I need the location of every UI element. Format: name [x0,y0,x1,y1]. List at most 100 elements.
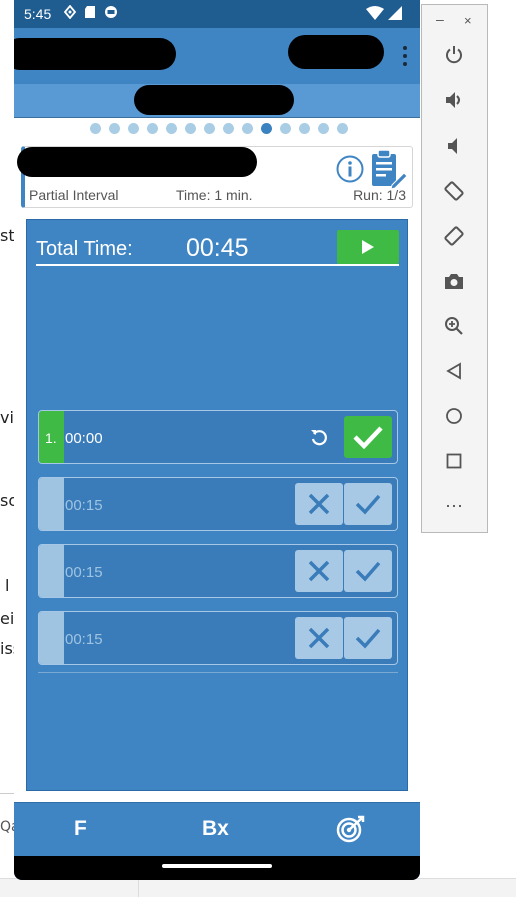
redacted-text [288,35,384,69]
page-dot[interactable] [223,123,234,134]
page-dot[interactable] [185,123,196,134]
wifi-icon [366,6,384,20]
background-text: st [0,226,15,245]
rotate-right-button[interactable] [439,221,469,251]
overflow-menu-icon[interactable] [402,46,408,66]
home-gesture-handle[interactable] [162,864,272,868]
camera-icon [445,274,463,289]
total-time-value: 00:45 [186,234,249,262]
page-dot[interactable] [109,123,120,134]
timer-panel: Total Time: 00:45 1. 00:00 2. 00:15 3. 0… [26,219,408,791]
volume-down-icon [448,138,457,154]
mark-yes-button[interactable] [344,550,392,592]
status-bar: 5:45 [14,0,420,28]
status-time: 5:45 [24,6,52,22]
total-time-label: Total Time: [36,238,133,260]
interval-type-label: Partial Interval [29,187,119,203]
interval-row[interactable]: 2. 00:15 [38,477,398,531]
sync-icon [105,6,117,18]
interval-time: 00:15 [65,564,103,581]
x-icon [308,493,330,515]
complete-button[interactable] [344,416,392,458]
more-options-button[interactable]: ⋯ [439,491,469,521]
sub-header [14,84,420,118]
bottom-nav: F Bx [14,802,420,856]
check-icon [355,494,381,515]
nav-frequency-button[interactable]: F [74,817,87,841]
interval-row[interactable]: 1. 00:00 [38,410,398,464]
clipboard-edit-icon[interactable] [366,149,408,189]
check-icon [355,561,381,582]
volume-up-button[interactable] [439,85,469,115]
run-count-label: Run: 1/3 [353,187,406,203]
page-dot-active[interactable] [261,123,272,134]
page-dot[interactable] [299,123,310,134]
page-dot[interactable] [337,123,348,134]
interval-number: 1. [45,430,57,446]
page-dot[interactable] [147,123,158,134]
x-icon [308,560,330,582]
nav-behavior-button[interactable]: Bx [202,817,229,841]
info-icon[interactable] [336,155,364,183]
page-dot[interactable] [242,123,253,134]
overview-icon [446,453,462,469]
interval-number: 3. [45,564,57,580]
gesture-bar [14,856,420,880]
signal-icon [388,6,402,20]
page-dot[interactable] [204,123,215,134]
home-button[interactable] [439,401,469,431]
target-icon[interactable] [336,815,366,843]
play-button[interactable] [337,230,399,264]
page-dot[interactable] [90,123,101,134]
mark-no-button[interactable] [295,550,343,592]
zoom-button[interactable] [439,311,469,341]
page-dot[interactable] [166,123,177,134]
minimize-button[interactable]: – [436,11,444,27]
mark-no-button[interactable] [295,483,343,525]
background-text: l [5,576,10,595]
power-icon [446,46,462,64]
redacted-subtitle [134,85,294,115]
mark-yes-button[interactable] [344,617,392,659]
emulator-toolbar: – × ⋯ [421,4,488,533]
rotate-right-icon [444,226,464,246]
reset-button[interactable] [295,416,343,458]
page-dot[interactable] [128,123,139,134]
session-info-card: Partial Interval Time: 1 min. Run: 1/3 [17,146,413,208]
notification-icon [64,5,76,19]
screenshot-button[interactable] [439,266,469,296]
background-bottom-strip [0,878,516,897]
rotate-left-button[interactable] [439,176,469,206]
mark-yes-button[interactable] [344,483,392,525]
overview-button[interactable] [439,446,469,476]
redacted-title [14,38,176,70]
page-dot[interactable] [280,123,291,134]
interval-time: 00:15 [65,631,103,648]
play-icon [362,240,374,254]
close-button[interactable]: × [464,13,472,28]
interval-time: 00:00 [65,430,103,447]
home-icon [446,408,462,424]
session-time-label: Time: 1 min. [176,187,253,203]
check-icon [353,426,383,449]
list-divider [38,672,398,673]
x-icon [308,627,330,649]
phone-screen: 5:45 Partial Interval Time: 1 min. Run: … [14,0,420,880]
interval-number: 4. [45,631,57,647]
mark-no-button[interactable] [295,617,343,659]
redacted-session-name [17,147,257,177]
interval-time: 00:15 [65,497,103,514]
page-dot[interactable] [318,123,329,134]
sd-card-icon [85,6,95,18]
power-button[interactable] [439,40,469,70]
interval-row[interactable]: 3. 00:15 [38,544,398,598]
interval-row[interactable]: 4. 00:15 [38,611,398,665]
back-icon [446,362,461,380]
volume-up-icon [446,92,460,108]
zoom-icon [445,317,463,335]
rotate-left-icon [444,181,464,201]
check-icon [355,628,381,649]
volume-down-button[interactable] [439,131,469,161]
page-indicator [14,123,420,135]
back-button[interactable] [439,356,469,386]
